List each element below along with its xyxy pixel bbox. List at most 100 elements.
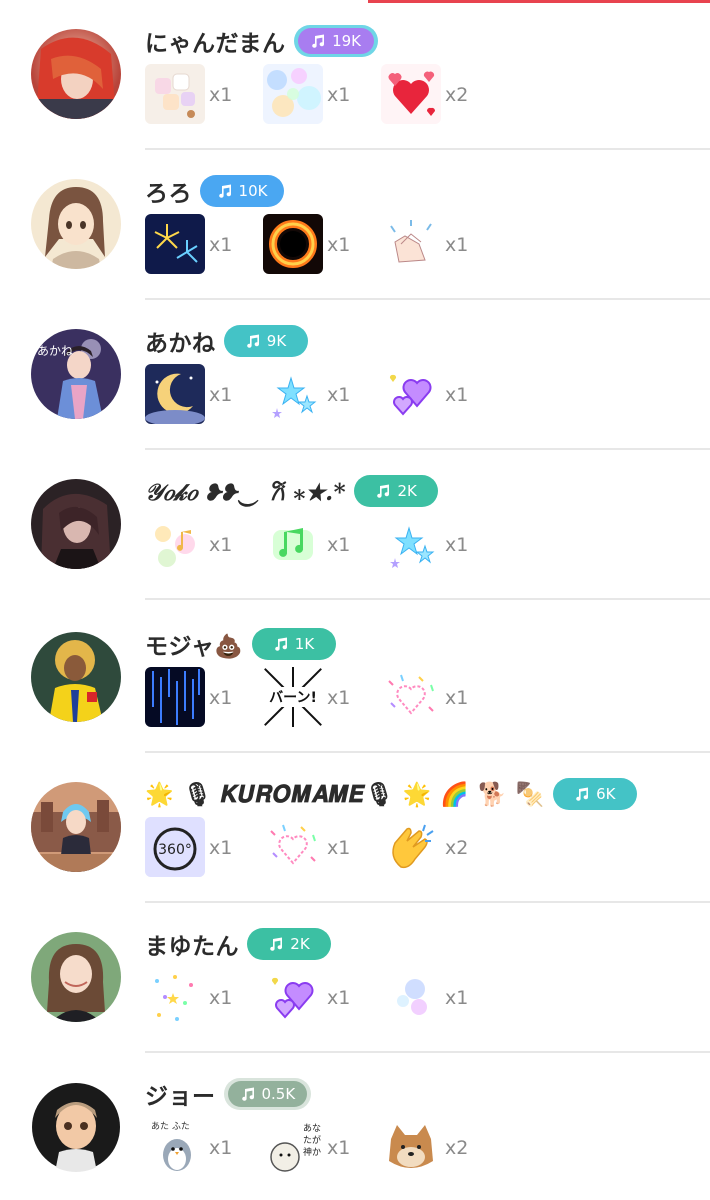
points-badge-inner: 9K bbox=[227, 328, 304, 354]
fire-ring-gift-icon bbox=[263, 214, 323, 274]
music-note-icon bbox=[273, 636, 289, 652]
music-note-icon bbox=[217, 183, 233, 199]
avatar[interactable] bbox=[31, 479, 121, 569]
points-badge-inner: 2K bbox=[358, 478, 435, 504]
svg-text:あかね: あかね bbox=[37, 344, 73, 358]
supporter-row[interactable]: 🌟 🎙 𝑲𝑼𝑹𝑶𝑴𝑨𝑴𝑬🎙 🌟 🌈 🐕 🍢 6K 360° x1 x1 x2 bbox=[0, 753, 710, 903]
name-line: 🌟 🎙 𝑲𝑼𝑹𝑶𝑴𝑨𝑴𝑬🎙 🌟 🌈 🐕 🍢 6K bbox=[145, 775, 637, 813]
gift-count: x1 bbox=[445, 687, 469, 709]
music-note-icon bbox=[574, 786, 590, 802]
gift-count: x1 bbox=[445, 987, 469, 1009]
avatar[interactable] bbox=[31, 1082, 121, 1172]
music-note-icon bbox=[310, 33, 326, 49]
bubbles-gift-icon bbox=[263, 64, 323, 124]
gift-count: x1 bbox=[209, 837, 233, 859]
baan-manga-gift-icon: バーン! bbox=[263, 667, 323, 727]
user-name[interactable]: にゃんだまん bbox=[145, 24, 286, 58]
music-note-icon bbox=[245, 333, 261, 349]
avatar[interactable] bbox=[31, 179, 121, 269]
supporter-row[interactable]: ろろ 10K x1 x1 x1 bbox=[0, 150, 710, 300]
svg-text:360°: 360° bbox=[158, 842, 192, 858]
supporter-row[interactable]: ジョー 0.5K あた ふた x1 あな たが 神か x1 x2 bbox=[0, 1053, 710, 1200]
clapping-hands-gift-icon bbox=[381, 817, 441, 877]
gift-count: x1 bbox=[209, 987, 233, 1009]
gift-count: x1 bbox=[327, 384, 351, 406]
avatar[interactable] bbox=[31, 782, 121, 872]
hearts-gift-icon bbox=[381, 64, 441, 124]
moon-gift-icon bbox=[145, 364, 205, 424]
row-divider bbox=[145, 598, 710, 600]
music-note-icon bbox=[240, 1086, 256, 1102]
gift-count: x1 bbox=[327, 837, 351, 859]
name-line: まゆたん 2K bbox=[145, 925, 331, 963]
user-name[interactable]: ジョー bbox=[145, 1077, 216, 1111]
name-line: ジョー 0.5K bbox=[145, 1075, 312, 1113]
points-value: 2K bbox=[397, 482, 417, 500]
avatar[interactable] bbox=[31, 632, 121, 722]
music-note-icon bbox=[268, 936, 284, 952]
penguin-sticker-gift-icon: あた ふた bbox=[145, 1117, 205, 1177]
blue-rain-gift-icon bbox=[145, 667, 205, 727]
points-value: 6K bbox=[596, 785, 616, 803]
marshmallow-gift-icon bbox=[145, 64, 205, 124]
user-name[interactable]: モジャ💩 bbox=[145, 627, 244, 661]
user-name[interactable]: まゆたん bbox=[145, 927, 239, 961]
points-badge: 10K bbox=[200, 175, 284, 207]
gift-count: x1 bbox=[209, 534, 233, 556]
gift-count: x1 bbox=[327, 234, 351, 256]
supporter-row[interactable]: あかね あかね 9K x1 x1 x1 bbox=[0, 300, 710, 450]
gift-count: x1 bbox=[209, 234, 233, 256]
points-value: 10K bbox=[238, 182, 268, 200]
avatar[interactable]: あかね bbox=[31, 329, 121, 419]
svg-text:神か: 神か bbox=[303, 1146, 321, 1158]
gift-list: あた ふた x1 あな たが 神か x1 x2 bbox=[145, 1117, 565, 1179]
gift-count: x1 bbox=[445, 234, 469, 256]
points-badge: 19K bbox=[293, 25, 378, 57]
gift-list: x1 x1 x1 bbox=[145, 967, 565, 1029]
user-name[interactable]: ろろ bbox=[145, 174, 192, 208]
points-value: 19K bbox=[332, 32, 362, 50]
gift-list: x1 バーン! x1 x1 bbox=[145, 667, 565, 729]
svg-text:バーン!: バーン! bbox=[269, 690, 317, 706]
green-notes-gift-icon bbox=[263, 514, 323, 574]
points-badge-inner: 6K bbox=[556, 781, 633, 807]
sheep-sticker-gift-icon: あな たが 神か bbox=[263, 1117, 323, 1177]
points-badge-inner: 19K bbox=[297, 28, 374, 54]
gift-list: 360° x1 x1 x2 bbox=[145, 817, 565, 879]
gift-list: x1 x1 x2 bbox=[145, 64, 565, 126]
gift-count: x1 bbox=[327, 1137, 351, 1159]
points-badge: 6K bbox=[552, 778, 637, 810]
gift-count: x1 bbox=[445, 384, 469, 406]
name-line: あかね 9K bbox=[145, 322, 308, 360]
clapping-gift-icon bbox=[381, 214, 441, 274]
supporter-row[interactable]: モジャ💩 1K x1 バーン! x1 x1 bbox=[0, 603, 710, 753]
confetti-heart-gift-icon bbox=[381, 667, 441, 727]
shiba-sticker-gift-icon bbox=[381, 1117, 441, 1177]
supporter-row[interactable]: 𝒴𝑜𝓀𝑜 ❥❥︎︎‿ 𐙚 ⁎★.* 2K x1 x1 x1 bbox=[0, 450, 710, 600]
supporter-row[interactable]: にゃんだまん 19K x1 x1 x2 bbox=[0, 0, 710, 150]
points-value: 2K bbox=[290, 935, 310, 953]
gift-count: x1 bbox=[209, 384, 233, 406]
avatar[interactable] bbox=[31, 29, 121, 119]
avatar[interactable] bbox=[31, 932, 121, 1022]
supporter-row[interactable]: まゆたん 2K x1 x1 x1 bbox=[0, 903, 710, 1053]
user-name[interactable]: あかね bbox=[145, 324, 216, 358]
sparkle-confetti-gift-icon bbox=[145, 967, 205, 1027]
pastel-notes-gift-icon bbox=[145, 514, 205, 574]
purple-hearts-gift-icon bbox=[263, 967, 323, 1027]
gift-count: x1 bbox=[445, 534, 469, 556]
gift-list: x1 x1 x1 bbox=[145, 514, 565, 576]
user-name[interactable]: 𝒴𝑜𝓀𝑜 ❥❥︎︎‿ 𐙚 ⁎★.* bbox=[145, 475, 346, 507]
gift-list: x1 x1 x1 bbox=[145, 214, 565, 276]
name-line: にゃんだまん 19K bbox=[145, 22, 378, 60]
points-badge-inner: 10K bbox=[204, 178, 280, 204]
gift-count: x1 bbox=[209, 687, 233, 709]
gift-count: x2 bbox=[445, 1137, 469, 1159]
gift-count: x1 bbox=[327, 687, 351, 709]
fireworks-gift-icon bbox=[145, 214, 205, 274]
gift-count: x1 bbox=[209, 84, 233, 106]
user-name[interactable]: 🌟 🎙 𝑲𝑼𝑹𝑶𝑴𝑨𝑴𝑬🎙 🌟 🌈 🐕 🍢 bbox=[145, 781, 545, 808]
name-line: モジャ💩 1K bbox=[145, 625, 336, 663]
gift-count: x1 bbox=[327, 534, 351, 556]
svg-text:あな: あな bbox=[303, 1123, 321, 1134]
